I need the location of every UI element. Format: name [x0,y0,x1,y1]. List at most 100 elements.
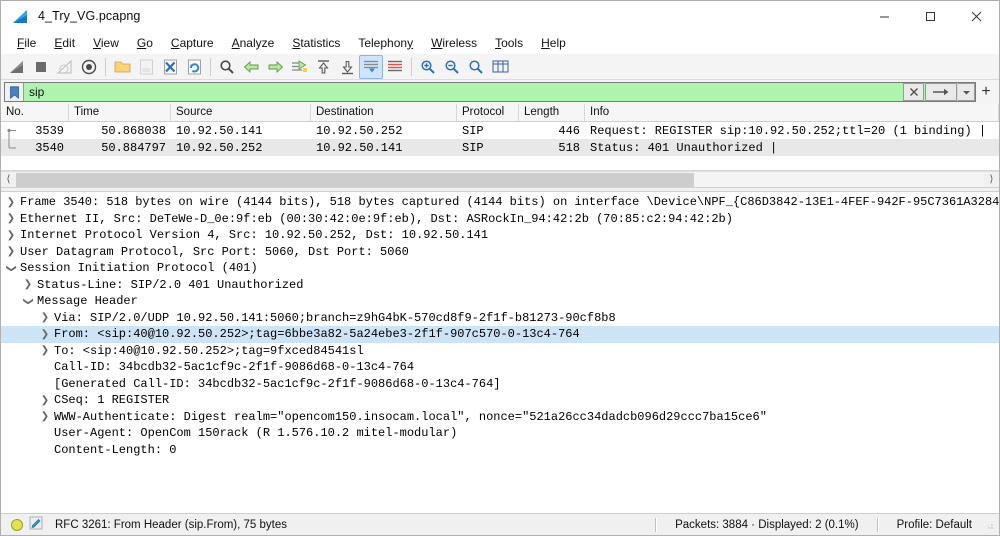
zoom-out-button[interactable] [440,55,464,79]
tree-row-from[interactable]: ❯ From: <sip:40@10.92.50.252>;tag=6bbe3a… [1,326,999,343]
open-file-button[interactable] [110,55,134,79]
tree-row-ethernet[interactable]: ❯ Ethernet II, Src: DeTeWe-D_0e:9f:eb (0… [1,211,999,228]
main-toolbar [1,54,999,80]
packet-list-header: No. Time Source Destination Protocol Len… [1,104,999,122]
tree-row-cseq[interactable]: ❯ CSeq: 1 REGISTER [1,392,999,409]
clear-x-icon[interactable] [903,83,924,101]
apply-arrow-icon[interactable] [925,83,957,101]
column-header-source[interactable]: Source [171,104,311,121]
capture-options-button[interactable] [77,55,101,79]
menu-capture[interactable]: Capture [162,34,223,53]
hscroll-track[interactable] [16,172,984,187]
chevron-right-icon[interactable]: ❯ [38,411,52,422]
start-capture-button[interactable] [5,55,29,79]
menu-bar: File Edit View Go Capture Analyze Statis… [1,32,999,54]
tree-row-udp[interactable]: ❯ User Datagram Protocol, Src Port: 5060… [1,244,999,261]
column-header-length[interactable]: Length [519,104,585,121]
zoom-in-button[interactable] [416,55,440,79]
restart-capture-button[interactable] [53,55,77,79]
packet-list-hscrollbar[interactable]: ⟨ ⟩ [1,171,999,187]
scroll-left-icon[interactable]: ⟨ [1,172,16,187]
tree-row-to[interactable]: ❯ To: <sip:40@10.92.50.252>;tag=9fxced84… [1,343,999,360]
column-header-time[interactable]: Time [69,104,171,121]
go-back-button[interactable] [239,55,263,79]
menu-statistics[interactable]: Statistics [283,34,349,53]
status-profile[interactable]: Profile: Default [887,519,982,531]
colorize-button[interactable] [383,55,407,79]
cell-length: 518 [558,140,580,155]
menu-telephony[interactable]: Telephony [349,34,422,53]
zoom-reset-button[interactable] [464,55,488,79]
tree-row-label: Via: SIP/2.0/UDP 10.92.50.141:5060;branc… [54,310,616,325]
menu-go[interactable]: Go [128,34,162,53]
close-file-button[interactable] [158,55,182,79]
table-row[interactable]: 3539 50.868038 10.92.50.141 10.92.50.252… [1,122,999,139]
autoscroll-button[interactable] [359,54,383,79]
column-header-info[interactable]: Info [585,104,999,121]
status-field-info: RFC 3261: From Header (sip.From), 75 byt… [55,518,287,531]
tree-row-ipv4[interactable]: ❯ Internet Protocol Version 4, Src: 10.9… [1,227,999,244]
filter-input[interactable]: sip [24,85,902,99]
go-forward-button[interactable] [263,55,287,79]
menu-analyze[interactable]: Analyze [223,34,284,53]
close-icon[interactable] [953,1,999,32]
cell-destination: 10.92.50.141 [316,140,403,155]
tree-row-user-agent[interactable]: User-Agent: OpenCom 150rack (R 1.576.10.… [1,425,999,442]
menu-file[interactable]: File [8,34,45,53]
menu-help[interactable]: Help [532,34,575,53]
tree-row-status-line[interactable]: ❯ Status-Line: SIP/2.0 401 Unauthorized [1,277,999,294]
chevron-right-icon[interactable]: ❯ [38,395,52,406]
tree-row-message-header[interactable]: ❯ Message Header [1,293,999,310]
chevron-right-icon[interactable]: ❯ [4,197,18,208]
reload-file-button[interactable] [182,55,206,79]
filter-input-container[interactable]: sip [4,82,976,102]
chevron-down-icon[interactable]: ❯ [6,261,17,275]
table-row[interactable]: 3540 50.884797 10.92.50.252 10.92.50.141… [1,139,999,156]
chevron-right-icon[interactable]: ❯ [21,279,35,290]
menu-tools[interactable]: Tools [486,34,532,53]
plus-icon[interactable]: + [976,82,996,102]
chevron-down-icon[interactable]: ❯ [23,294,34,308]
tree-row-www-authenticate[interactable]: ❯ WWW-Authenticate: Digest realm="openco… [1,409,999,426]
tree-row-generated-call-id[interactable]: [Generated Call-ID: 34bcdb32-5ac1cf9c-2f… [1,376,999,393]
chevron-right-icon[interactable]: ❯ [4,230,18,241]
hscroll-thumb[interactable] [16,172,694,187]
menu-wireless[interactable]: Wireless [422,34,486,53]
maximize-icon[interactable] [907,1,953,32]
capture-comment-icon[interactable] [29,516,43,533]
tree-row-sip[interactable]: ❯ Session Initiation Protocol (401) [1,260,999,277]
tree-row-via[interactable]: ❯ Via: SIP/2.0/UDP 10.92.50.141:5060;bra… [1,310,999,327]
chevron-right-icon[interactable]: ❯ [4,213,18,224]
resize-grip-icon[interactable] [982,518,996,532]
menu-view[interactable]: View [84,34,128,53]
go-to-packet-button[interactable] [287,55,311,79]
chevron-down-icon[interactable] [958,83,975,101]
menu-edit[interactable]: Edit [45,34,84,53]
bookmark-icon[interactable] [5,83,24,101]
cell-source: 10.92.50.252 [176,140,263,155]
tree-row-call-id[interactable]: Call-ID: 34bcdb32-5ac1cf9c-2f1f-9086d68-… [1,359,999,376]
stop-capture-button[interactable] [29,55,53,79]
chevron-right-icon[interactable]: ❯ [4,246,18,257]
column-header-destination[interactable]: Destination [311,104,457,121]
chevron-right-icon[interactable]: ❯ [38,312,52,323]
go-to-last-packet-button[interactable] [335,55,359,79]
column-header-protocol[interactable]: Protocol [457,104,519,121]
chevron-right-icon[interactable]: ❯ [38,329,52,340]
tree-row-content-length[interactable]: Content-Length: 0 [1,442,999,459]
find-packet-button[interactable] [215,55,239,79]
tree-row-label: Status-Line: SIP/2.0 401 Unauthorized [37,277,304,292]
expert-info-yellow-circle-icon[interactable] [11,518,23,531]
packet-list-pane: No. Time Source Destination Protocol Len… [1,104,999,171]
tree-row-frame[interactable]: ❯ Frame 3540: 518 bytes on wire (4144 bi… [1,194,999,211]
save-file-button[interactable] [134,55,158,79]
scroll-right-icon[interactable]: ⟩ [984,172,999,187]
toolbar-separator [210,57,211,76]
go-to-first-packet-button[interactable] [311,55,335,79]
resize-columns-button[interactable] [488,55,512,79]
chevron-right-icon[interactable]: ❯ [38,345,52,356]
wireshark-shark-fin-icon [12,9,29,24]
column-header-no[interactable]: No. [1,104,69,121]
cell-no: 3540 [35,140,64,155]
minimize-icon[interactable] [861,1,907,32]
